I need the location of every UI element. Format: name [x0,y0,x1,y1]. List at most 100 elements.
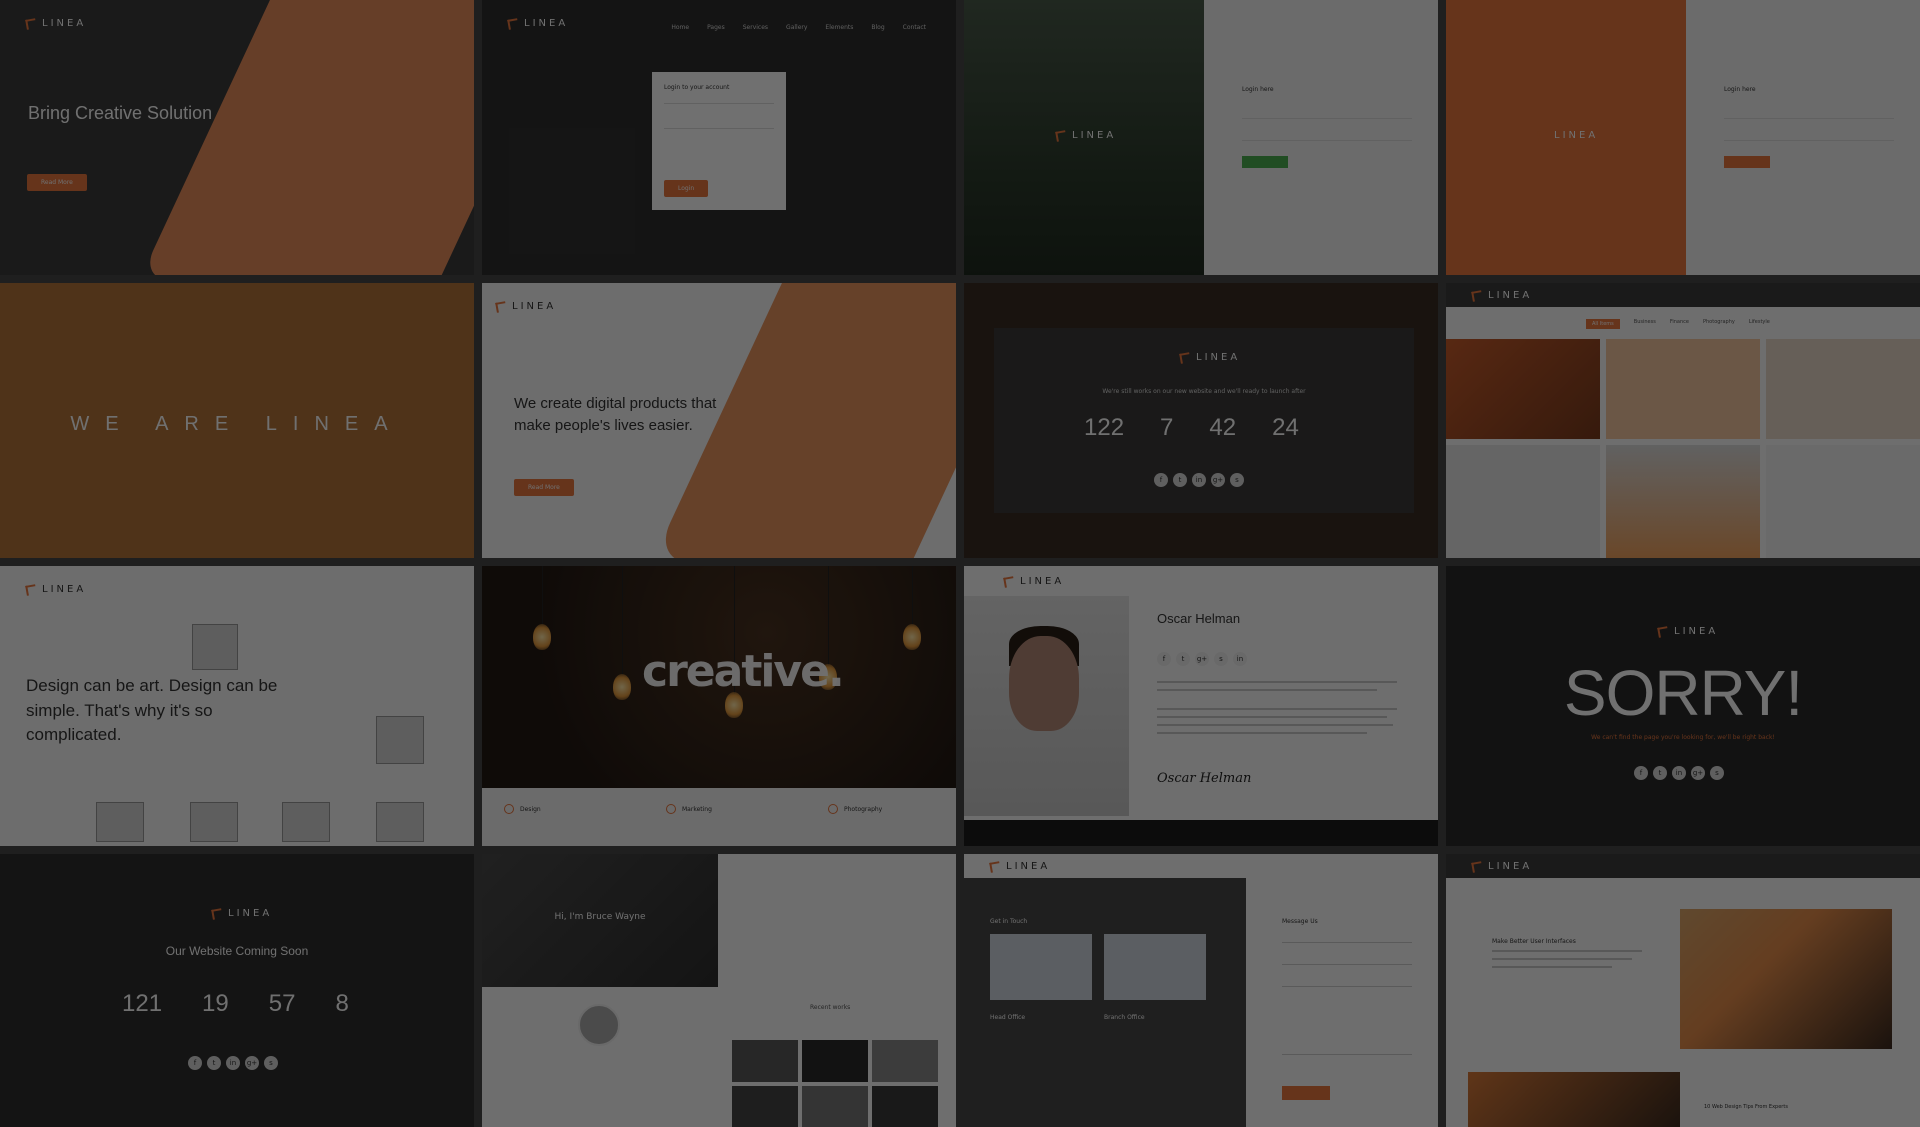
logo-mark-icon [989,860,1001,873]
work-thumb[interactable] [732,1040,798,1082]
google-plus-icon[interactable]: g+ [245,1056,259,1070]
login-button[interactable] [1724,156,1770,168]
tile-gallery[interactable]: LINEA All Items Business Finance Photogr… [1446,283,1920,558]
post-excerpt-line [1492,966,1612,968]
password-field[interactable] [1242,140,1412,141]
service-photography[interactable]: Photography [828,804,882,814]
linkedin-icon[interactable]: in [1672,766,1686,780]
tile-hero-creative[interactable]: LINEA Bring Creative Solution Read More [0,0,474,275]
facebook-icon[interactable]: f [188,1056,202,1070]
twitter-icon[interactable]: t [1173,473,1187,487]
service-design[interactable]: Design [504,804,541,814]
nav-pages[interactable]: Pages [707,24,725,31]
tile-login-split[interactable]: LINEA Login here [964,0,1438,275]
tile-creative-bulbs[interactable]: creative. Design Marketing Photography [482,566,956,846]
linkedin-icon[interactable]: in [1233,652,1247,666]
read-more-button[interactable]: Read More [27,174,87,191]
nav-blog[interactable]: Blog [871,24,884,31]
google-plus-icon[interactable]: g+ [1211,473,1225,487]
username-field[interactable] [1242,118,1412,119]
skype-icon[interactable]: s [1710,766,1724,780]
linkedin-icon[interactable]: in [1192,473,1206,487]
portfolio-thumb[interactable] [376,716,424,764]
nav-gallery[interactable]: Gallery [786,24,807,31]
portfolio-thumb[interactable] [192,624,238,670]
message-field[interactable] [1282,1054,1412,1055]
google-plus-icon[interactable]: g+ [1691,766,1705,780]
login-button[interactable] [1242,156,1288,168]
tile-countdown-panel[interactable]: LINEA We're still works on our new websi… [964,283,1438,558]
logo: LINEA [25,583,86,596]
name-field[interactable] [1282,942,1412,943]
contact-info-panel [964,878,1246,1127]
filter-photography[interactable]: Photography [1703,319,1735,329]
password-field[interactable] [1724,140,1894,141]
work-thumb[interactable] [802,1040,868,1082]
work-thumb[interactable] [872,1040,938,1082]
tile-coming-soon[interactable]: LINEA Our Website Coming Soon 121 19 57 … [0,854,474,1127]
username-field[interactable] [664,103,774,104]
logo-mark-icon [25,583,37,596]
gallery-item-tshirts[interactable] [1766,339,1920,439]
work-thumb[interactable] [802,1086,868,1127]
avatar [578,1004,620,1046]
email-field[interactable] [1282,964,1412,965]
tile-contact[interactable]: LINEA Get in Touch Head Office Branch Of… [964,854,1438,1127]
twitter-icon[interactable]: t [207,1056,221,1070]
tile-digital[interactable]: LINEA We create digital products that ma… [482,283,956,558]
post-title[interactable]: Make Better User Interfaces [1492,938,1576,945]
portfolio-thumb[interactable] [376,802,424,842]
nav-elements[interactable]: Elements [825,24,853,31]
tile-sorry[interactable]: LINEA SORRY! We can't find the page you'… [1446,566,1920,846]
facebook-icon[interactable]: f [1157,652,1171,666]
twitter-icon[interactable]: t [1176,652,1190,666]
filter-finance[interactable]: Finance [1670,319,1689,329]
linkedin-icon[interactable]: in [226,1056,240,1070]
gallery-item-umbrellas[interactable] [1606,445,1760,558]
read-more-button[interactable]: Read More [514,479,574,496]
tile-login-orange[interactable]: LINEA Login here [1446,0,1920,275]
service-marketing[interactable]: Marketing [666,804,712,814]
work-thumb[interactable] [872,1086,938,1127]
password-field[interactable] [664,128,774,129]
nav-home[interactable]: Home [671,24,689,31]
gallery-item-stairs[interactable] [1446,445,1600,558]
post-excerpt-line [1492,958,1632,960]
subject-field[interactable] [1282,986,1412,987]
filter-lifestyle[interactable]: Lifestyle [1749,319,1770,329]
gallery-item-mug[interactable] [1766,445,1920,558]
bulb [903,624,921,650]
gallery-item-bicycle[interactable] [1606,339,1760,439]
filter-business[interactable]: Business [1634,319,1656,329]
facebook-icon[interactable]: f [1634,766,1648,780]
coming-soon-headline: Our Website Coming Soon [165,944,309,958]
nav-contact[interactable]: Contact [903,24,926,31]
portfolio-thumb[interactable] [282,802,330,842]
social-icons: f t in g+ s [1634,766,1724,780]
tile-blog[interactable]: LINEA Make Better User Interfaces 10 Web… [1446,854,1920,1127]
filter-all[interactable]: All Items [1586,319,1620,329]
recent-works-title: Recent works [810,1004,851,1011]
tile-we-are[interactable]: WE ARE LINEA [0,283,474,558]
google-plus-icon[interactable]: g+ [1195,652,1209,666]
tile-design-art[interactable]: LINEA Design can be art. Design can be s… [0,566,474,846]
login-button[interactable]: Login [664,180,709,197]
portfolio-thumb[interactable] [190,802,238,842]
post-caption[interactable]: 10 Web Design Tips From Experts [1704,1104,1788,1110]
gallery-item-building[interactable] [1446,339,1600,439]
skype-icon[interactable]: s [1230,473,1244,487]
username-field[interactable] [1724,118,1894,119]
work-thumb[interactable] [732,1086,798,1127]
portfolio-thumb[interactable] [96,802,144,842]
nav-services[interactable]: Services [743,24,768,31]
send-button[interactable] [1282,1086,1330,1100]
tile-login-card[interactable]: LINEA Home Pages Services Gallery Elemen… [482,0,956,275]
tile-bruce[interactable]: Hi, I'm Bruce Wayne Recent works [482,854,956,1127]
twitter-icon[interactable]: t [1653,766,1667,780]
tile-about-person[interactable]: LINEA Oscar Helman f t g+ s in Oscar Hel… [964,566,1438,846]
creative-word: creative. [642,646,845,697]
message-title: Message Us [1282,918,1318,925]
skype-icon[interactable]: s [1214,652,1228,666]
skype-icon[interactable]: s [264,1056,278,1070]
facebook-icon[interactable]: f [1154,473,1168,487]
